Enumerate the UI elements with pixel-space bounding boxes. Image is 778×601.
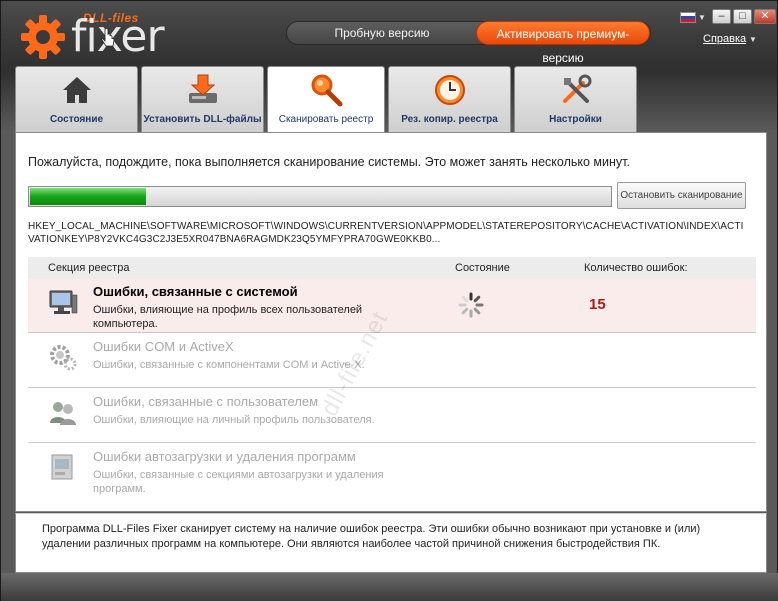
current-registry-path: HKEY_LOCAL_MACHINE\SOFTWARE\MICROSOFT\WI… (28, 221, 744, 245)
gear-logo-icon (21, 15, 65, 59)
window-controls: – □ ✕ (712, 9, 776, 24)
info-panel: Программа DLL-Files Fixer сканирует сист… (15, 513, 767, 573)
activate-premium-button[interactable]: Активировать премиум-версию (476, 21, 650, 65)
computer-icon (49, 290, 78, 314)
close-button[interactable]: ✕ (754, 9, 776, 24)
tab-settings-label: Настройки (549, 114, 602, 125)
table-row-startup-uninstall[interactable]: Ошибки автозагрузки и удаления программ … (28, 444, 756, 504)
house-icon (62, 77, 91, 103)
tab-settings[interactable]: Настройки (514, 66, 637, 132)
table-row-user-errors[interactable]: Ошибки, связанные с пользователем Ошибки… (28, 389, 756, 443)
tab-scan-registry-label: Сканировать реестр (278, 114, 374, 125)
results-table-header: Секция реестра Состояние Количество ошиб… (28, 257, 756, 279)
magnifier-icon (311, 74, 343, 107)
tab-install-dll-label: Установить DLL-файлы (143, 114, 262, 125)
col-registry-section: Секция реестра (48, 262, 130, 274)
hand-cursor-icon (101, 29, 115, 47)
row-title: Ошибки, связанные с пользователем (93, 394, 319, 409)
row-description: Ошибки, связанные с секциями автозагрузк… (93, 469, 384, 495)
tab-install-dll[interactable]: Установить DLL-файлы (141, 66, 264, 132)
scan-panel: Пожалуйста, подождите, пока выполняется … (15, 132, 767, 512)
col-state: Состояние (455, 262, 510, 274)
row-title: Ошибки COM и ActiveX (93, 339, 234, 354)
app-window: DLL-files fixer Пробную версию Активиров… (0, 0, 778, 601)
info-text: Программа DLL-Files Fixer сканирует сист… (42, 523, 701, 550)
loading-spinner-icon (458, 292, 484, 318)
logo-fixer-text: fixer (71, 11, 165, 62)
row-description: Ошибки, влияющие на личный профиль польз… (93, 414, 375, 426)
trial-version-label: Пробную версию (334, 26, 430, 40)
tab-status-label: Состояние (49, 114, 104, 125)
language-flag-icon[interactable] (680, 12, 696, 23)
error-count: 15 (589, 296, 606, 313)
language-dropdown-arrow-icon[interactable]: ▼ (698, 13, 706, 22)
install-box-icon (51, 454, 73, 480)
scan-progress-fill (30, 188, 147, 205)
users-icon (50, 402, 76, 425)
tab-registry-backup-label: Рез. копир. реестра (401, 114, 498, 125)
table-row-com-activex[interactable]: Ошибки COM и ActiveX Ошибки, связанные с… (28, 334, 756, 388)
row-title: Ошибки, связанные с системой (93, 284, 298, 299)
scan-wait-message: Пожалуйста, подождите, пока выполняется … (28, 155, 630, 169)
tab-registry-backup[interactable]: Рез. копир. реестра (388, 66, 511, 132)
version-bar: Пробную версию Активировать премиум-верс… (286, 21, 651, 65)
clock-backup-icon (434, 75, 465, 105)
tab-scan-registry[interactable]: Сканировать реестр (267, 66, 385, 133)
stop-scan-button[interactable]: Остановить сканирование (617, 182, 746, 209)
main-tabs: Состояние Установить DLL-файлы Сканирова… (15, 66, 637, 133)
col-error-count: Количество ошибок: (584, 262, 688, 274)
help-link[interactable]: Справка (703, 33, 746, 45)
bottom-strip (1, 573, 778, 601)
tab-status[interactable]: Состояние (15, 66, 138, 132)
maximize-button[interactable]: □ (733, 9, 752, 24)
gears-icon (50, 345, 77, 371)
app-logo: DLL-files fixer (19, 9, 169, 61)
tools-icon (562, 74, 591, 103)
help-dropdown-arrow-icon[interactable]: ▼ (749, 35, 757, 44)
minimize-button[interactable]: – (712, 9, 731, 24)
download-disk-icon (188, 74, 217, 103)
row-description: Ошибки, связанные с компонентами COM и A… (93, 359, 365, 371)
scan-progress-bar (28, 186, 612, 207)
table-row-system-errors[interactable]: Ошибки, связанные с системой Ошибки, вли… (28, 279, 756, 333)
row-title: Ошибки автозагрузки и удаления программ (93, 449, 356, 464)
